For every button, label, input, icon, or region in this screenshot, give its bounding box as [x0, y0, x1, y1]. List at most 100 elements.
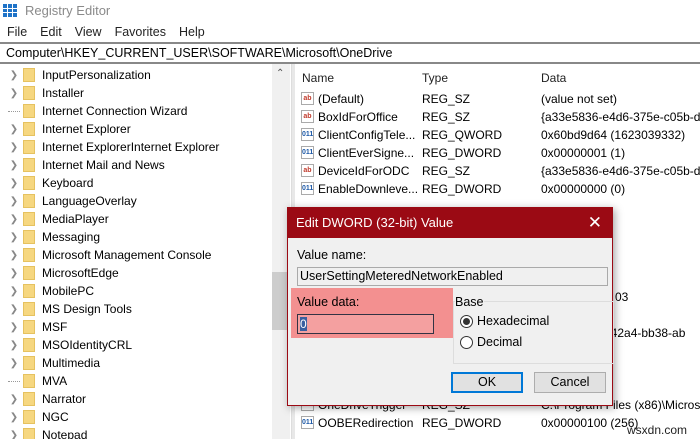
menu-help[interactable]: Help [179, 25, 205, 39]
column-data[interactable]: Data [541, 71, 566, 85]
string-value-icon: ab [301, 92, 314, 105]
value-data: 0x00000100 (256) [541, 416, 639, 430]
value-type: REG_SZ [422, 92, 471, 106]
folder-icon [23, 194, 35, 208]
tree-item[interactable]: ❯ Internet Explorer [0, 120, 131, 138]
folder-icon [23, 392, 35, 406]
tree-item-label: MediaPlayer [42, 212, 109, 226]
tree-item-label: Messaging [42, 230, 101, 244]
value-name-label: Value name: [297, 248, 367, 262]
tree-item[interactable]: ❯ MSOIdentityCRL [0, 336, 132, 354]
expand-chevron-icon[interactable]: ❯ [8, 250, 20, 261]
tree-item-label: MSF [42, 320, 68, 334]
dialog-title: Edit DWORD (32-bit) Value [296, 215, 454, 230]
folder-icon [23, 410, 35, 424]
expand-chevron-icon[interactable]: ❯ [8, 214, 20, 225]
tree-item[interactable]: MVA [0, 372, 67, 390]
menu-edit[interactable]: Edit [40, 25, 62, 39]
tree-item-label: Microsoft Management Console [42, 248, 212, 262]
menu-favorites[interactable]: Favorites [115, 25, 166, 39]
expand-chevron-icon[interactable]: ❯ [8, 304, 20, 315]
tree-item[interactable]: Internet Connection Wizard [0, 102, 187, 120]
tree-item[interactable]: ❯ Installer [0, 84, 84, 102]
tree-item-label: MSOIdentityCRL [42, 338, 133, 352]
value-row[interactable]: ab (Default) REG_SZ (value not set) [295, 90, 700, 108]
ok-button[interactable]: OK [451, 372, 523, 393]
tree-item[interactable]: ❯ Internet ExplorerInternet Explorer [0, 138, 219, 156]
tree-item[interactable]: ❯ Keyboard [0, 174, 93, 192]
registry-editor-icon [3, 4, 17, 17]
value-row[interactable]: ab DeviceIdForODC REG_SZ {a33e5836-e4d6-375… [295, 162, 700, 180]
folder-icon [23, 104, 35, 118]
value-data-text: 0 [300, 317, 307, 331]
tree-item[interactable]: ❯ InputPersonalization [0, 66, 151, 84]
value-data: {a33e5836-e4d6-375e-c05b-d2 [541, 110, 700, 124]
expand-chevron-icon[interactable]: ❯ [8, 430, 20, 439]
tree-item-label: Installer [42, 86, 85, 100]
radio-selected-icon [460, 314, 473, 328]
folder-icon [23, 302, 35, 316]
close-icon[interactable]: ✕ [588, 208, 602, 238]
value-row[interactable]: 011 ClientEverSigne... REG_DWORD 0x00000001… [295, 144, 700, 162]
expand-chevron-icon[interactable]: ❯ [8, 70, 20, 81]
menu-file[interactable]: File [7, 25, 27, 39]
tree-item[interactable]: ❯ NGC [0, 408, 69, 426]
value-row[interactable]: 011 EnableDownleve... REG_DWORD 0x00000000 … [295, 180, 700, 198]
column-type[interactable]: Type [422, 71, 448, 85]
column-name[interactable]: Name [302, 71, 334, 85]
folder-icon [23, 212, 35, 226]
expand-chevron-icon[interactable]: ❯ [8, 394, 20, 405]
expand-chevron-icon[interactable]: ❯ [8, 412, 20, 423]
tree-item[interactable]: ❯ MobilePC [0, 282, 94, 300]
value-row[interactable]: 011 ClientConfigTele... REG_QWORD 0x60bd9d6… [295, 126, 700, 144]
tree-item[interactable]: ❯ MSF [0, 318, 67, 336]
expand-chevron-icon[interactable]: ❯ [8, 142, 20, 153]
expand-chevron-icon[interactable]: ❯ [8, 232, 20, 243]
tree-item[interactable]: ❯ Multimedia [0, 354, 100, 372]
tree-item[interactable]: ❯ MicrosoftEdge [0, 264, 119, 282]
tree-item-label: NGC [42, 410, 69, 424]
value-data: {a33e5836-e4d6-375e-c05b-d2 [541, 164, 700, 178]
scroll-up-icon[interactable]: ⌃ [276, 68, 284, 79]
tree-item[interactable]: ❯ MS Design Tools [0, 300, 132, 318]
expand-chevron-icon[interactable]: ❯ [8, 358, 20, 369]
folder-icon [23, 374, 35, 388]
tree-item[interactable]: ❯ LanguageOverlay [0, 192, 137, 210]
value-type: REG_DWORD [422, 146, 502, 160]
value-data-input[interactable]: 0 [297, 314, 434, 334]
address-bar[interactable]: Computer\HKEY_CURRENT_USER\SOFTWARE\Micr… [0, 42, 700, 64]
expand-chevron-icon[interactable]: ❯ [8, 196, 20, 207]
tree-item[interactable]: ❯ Notepad [0, 426, 87, 439]
tree-item[interactable]: ❯ MediaPlayer [0, 210, 109, 228]
window-title: Registry Editor [25, 3, 111, 18]
expand-chevron-icon[interactable]: ❯ [8, 160, 20, 171]
tree-item[interactable]: ❯ Microsoft Management Console [0, 246, 211, 264]
tree-line [8, 110, 20, 112]
expand-chevron-icon[interactable]: ❯ [8, 88, 20, 99]
tree-item-label: Notepad [42, 428, 88, 439]
expand-chevron-icon[interactable]: ❯ [8, 340, 20, 351]
expand-chevron-icon[interactable]: ❯ [8, 268, 20, 279]
cancel-button[interactable]: Cancel [534, 372, 606, 393]
value-data-label: Value data: [297, 295, 360, 309]
list-header: Name Type Data [295, 69, 700, 87]
expand-chevron-icon[interactable]: ❯ [8, 322, 20, 333]
radio-decimal[interactable]: Decimal [460, 335, 522, 349]
title-bar: Registry Editor [0, 0, 700, 21]
radio-hexadecimal[interactable]: Hexadecimal [460, 314, 549, 328]
value-name-field: UserSettingMeteredNetworkEnabled [297, 267, 608, 286]
value-name: ClientEverSigne... [318, 146, 415, 160]
folder-icon [23, 320, 35, 334]
tree-item[interactable]: ❯ Messaging [0, 228, 100, 246]
tree-item[interactable]: ❯ Narrator [0, 390, 86, 408]
tree-item-label: MicrosoftEdge [42, 266, 119, 280]
expand-chevron-icon[interactable]: ❯ [8, 124, 20, 135]
base-group [453, 301, 614, 364]
expand-chevron-icon[interactable]: ❯ [8, 178, 20, 189]
expand-chevron-icon[interactable]: ❯ [8, 286, 20, 297]
tree-item[interactable]: ❯ Internet Mail and News [0, 156, 165, 174]
menu-bar: File Edit View Favorites Help [0, 22, 211, 42]
folder-icon [23, 86, 35, 100]
menu-view[interactable]: View [75, 25, 102, 39]
value-row[interactable]: ab BoxIdForOffice REG_SZ {a33e5836-e4d6-375… [295, 108, 700, 126]
